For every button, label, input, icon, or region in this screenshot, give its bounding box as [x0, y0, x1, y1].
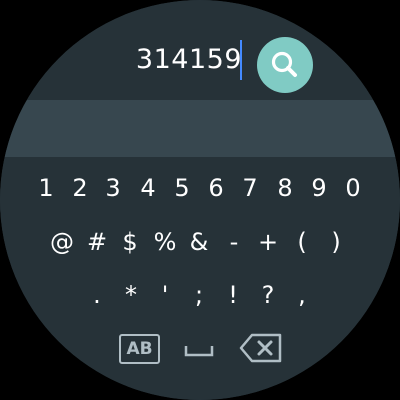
space-icon	[184, 346, 214, 357]
key[interactable]: ?	[256, 275, 280, 315]
key[interactable]: ,	[290, 275, 314, 315]
backspace-key[interactable]	[238, 332, 284, 364]
mode-switch-key[interactable]: AB	[119, 334, 160, 364]
key[interactable]: .	[85, 275, 109, 315]
watch-screen: 314159 1 2 3 4 5 6 7 8 9 0 @ # $ % & - +…	[0, 0, 400, 400]
key[interactable]: ;	[187, 275, 211, 315]
backspace-icon	[239, 333, 282, 363]
space-key[interactable]	[184, 338, 214, 360]
key[interactable]: '	[153, 275, 177, 315]
key[interactable]: !	[221, 275, 245, 315]
key[interactable]: *	[119, 275, 143, 315]
